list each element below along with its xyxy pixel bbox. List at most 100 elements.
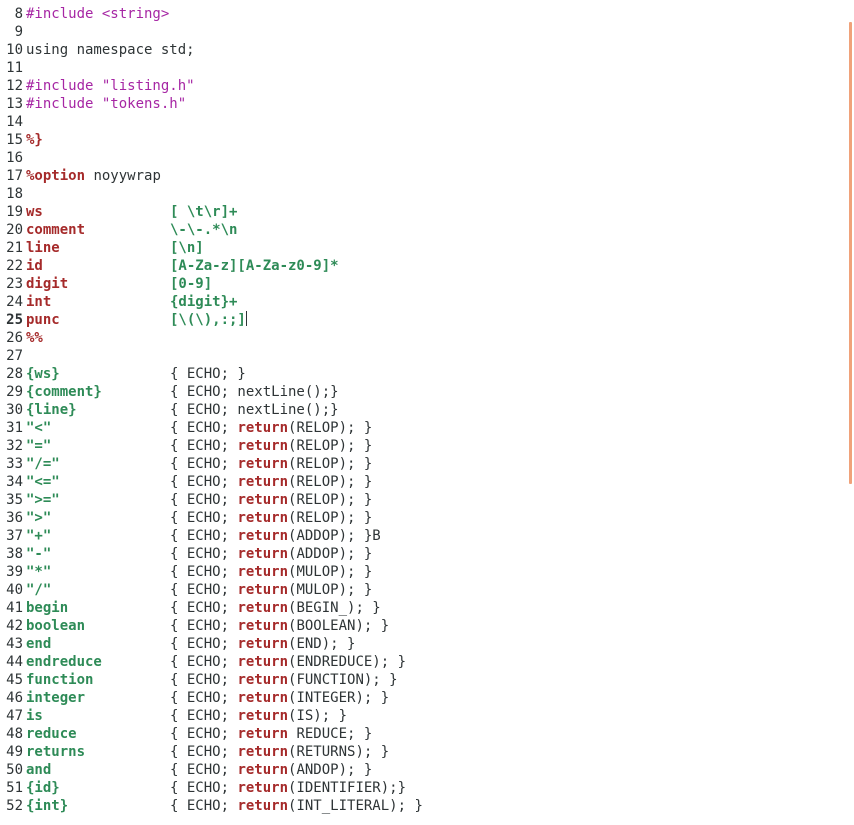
code-line[interactable]: 22 id [A-Za-z][A-Za-z0-9]* xyxy=(0,257,846,275)
code-line[interactable]: 49 returns { ECHO; return(RETURNS); } xyxy=(0,743,846,761)
code-token: { ECHO; xyxy=(170,744,238,760)
code-line[interactable]: 33 "/=" { ECHO; return(RELOP); } xyxy=(0,455,846,473)
code-line[interactable]: 23 digit [0-9] xyxy=(0,275,846,293)
code-line[interactable]: 46 integer { ECHO; return(INTEGER); } xyxy=(0,689,846,707)
code-line[interactable]: 9 xyxy=(0,23,846,41)
code-token: (FUNCTION); } xyxy=(288,672,398,688)
code-line[interactable]: 41 begin { ECHO; return(BEGIN_); } xyxy=(0,599,846,617)
code-line[interactable]: 18 xyxy=(0,185,846,203)
line-number: 51 xyxy=(6,780,23,796)
code-token: return xyxy=(237,654,289,670)
code-line[interactable]: 10 using namespace std; xyxy=(0,41,846,59)
code-token: begin xyxy=(26,600,69,616)
code-line[interactable]: 43 end { ECHO; return(END); } xyxy=(0,635,846,653)
code-line[interactable]: 21 line [\n] xyxy=(0,239,846,257)
code-line[interactable]: 51 {id} { ECHO; return(IDENTIFIER);} xyxy=(0,779,846,797)
code-line[interactable]: 13 #include "tokens.h" xyxy=(0,95,846,113)
code-line[interactable]: 19 ws [ \t\r]+ xyxy=(0,203,846,221)
code-line[interactable]: 20 comment \-\-.*\n xyxy=(0,221,846,239)
line-number: 41 xyxy=(6,600,23,616)
line-number: 18 xyxy=(6,186,23,202)
code-action: { ECHO; } xyxy=(170,365,246,383)
code-line[interactable]: 27 xyxy=(0,347,846,365)
code-action: { ECHO; nextLine();} xyxy=(170,383,339,401)
code-token: ws xyxy=(26,204,43,220)
code-line[interactable]: 37 "+" { ECHO; return(ADDOP); }B xyxy=(0,527,846,545)
line-number: 44 xyxy=(6,654,23,670)
line-number: 46 xyxy=(6,690,23,706)
code-action: { ECHO; return(RELOP); } xyxy=(170,419,372,437)
code-line[interactable]: 39 "*" { ECHO; return(MULOP); } xyxy=(0,563,846,581)
code-token: #include "tokens.h" xyxy=(26,96,187,112)
code-line[interactable]: 8 #include <string> xyxy=(0,5,846,23)
line-number: 8 xyxy=(14,6,23,22)
code-editor[interactable]: 7#include <cstdio>8#include <string>910u… xyxy=(0,0,846,815)
code-action: { ECHO; return(INTEGER); } xyxy=(170,689,389,707)
line-number: 45 xyxy=(6,672,23,688)
code-token: "+" xyxy=(26,528,52,544)
code-token: (ADDOP); }B xyxy=(288,528,381,544)
code-token: {line} xyxy=(26,402,77,418)
line-number: 48 xyxy=(6,726,23,742)
code-token: REDUCE; } xyxy=(288,726,373,742)
scrollbar-thumb[interactable] xyxy=(849,22,852,484)
code-line[interactable]: 45 function { ECHO; return(FUNCTION); } xyxy=(0,671,846,689)
line-number: 35 xyxy=(6,492,23,508)
code-line[interactable]: 50 and { ECHO; return(ANDOP); } xyxy=(0,761,846,779)
line-number: 12 xyxy=(6,78,23,94)
code-line[interactable]: 34 "<=" { ECHO; return(RELOP); } xyxy=(0,473,846,491)
line-number: 16 xyxy=(6,150,23,166)
line-number: 19 xyxy=(6,204,23,220)
code-token: and xyxy=(26,762,52,778)
code-line[interactable]: 17 %option noyywrap xyxy=(0,167,846,185)
line-number: 26 xyxy=(6,330,23,346)
code-action: { ECHO; return(RELOP); } xyxy=(170,473,372,491)
code-token: comment xyxy=(26,222,86,238)
code-token: (MULOP); } xyxy=(288,564,373,580)
line-number: 15 xyxy=(6,132,23,148)
code-token: { ECHO; xyxy=(170,654,238,670)
code-line[interactable]: 47 is { ECHO; return(IS); } xyxy=(0,707,846,725)
line-number: 31 xyxy=(6,420,23,436)
line-number: 20 xyxy=(6,222,23,238)
code-token: { ECHO; xyxy=(170,438,238,454)
code-token: endreduce xyxy=(26,654,102,670)
code-line[interactable]: 15%} xyxy=(0,131,846,149)
code-line[interactable]: 14 xyxy=(0,113,846,131)
code-line[interactable]: 36 ">" { ECHO; return(RELOP); } xyxy=(0,509,846,527)
line-number: 38 xyxy=(6,546,23,562)
code-action: { ECHO; return(ANDOP); } xyxy=(170,761,372,779)
code-line[interactable]: 28 {ws} { ECHO; } xyxy=(0,365,846,383)
code-line[interactable]: 25 punc [\(\),:;] xyxy=(0,311,846,329)
line-number: 37 xyxy=(6,528,23,544)
code-line[interactable]: 40 "/" { ECHO; return(MULOP); } xyxy=(0,581,846,599)
code-token: return xyxy=(237,690,289,706)
code-line[interactable]: 42 boolean { ECHO; return(BOOLEAN); } xyxy=(0,617,846,635)
code-line[interactable]: 48 reduce { ECHO; return REDUCE; } xyxy=(0,725,846,743)
code-line[interactable]: 26%% xyxy=(0,329,846,347)
code-line[interactable]: 30 {line} { ECHO; nextLine();} xyxy=(0,401,846,419)
code-token: {comment} xyxy=(26,384,102,400)
code-token: { ECHO; xyxy=(170,420,238,436)
line-number: 21 xyxy=(6,240,23,256)
code-line[interactable]: 31 "<" { ECHO; return(RELOP); } xyxy=(0,419,846,437)
code-token: {int} xyxy=(26,798,69,814)
code-line[interactable]: 12 #include "listing.h" xyxy=(0,77,846,95)
code-line[interactable]: 38 "-" { ECHO; return(ADDOP); } xyxy=(0,545,846,563)
code-line[interactable]: 16 xyxy=(0,149,846,167)
line-number: 14 xyxy=(6,114,23,130)
code-token: (ADDOP); } xyxy=(288,546,373,562)
code-line[interactable]: 29 {comment} { ECHO; nextLine();} xyxy=(0,383,846,401)
code-action: [ \t\r]+ xyxy=(170,203,237,221)
code-line[interactable]: 35 ">=" { ECHO; return(RELOP); } xyxy=(0,491,846,509)
code-line[interactable]: 32 "=" { ECHO; return(RELOP); } xyxy=(0,437,846,455)
code-token: (INTEGER); } xyxy=(288,690,390,706)
line-number: 30 xyxy=(6,402,23,418)
code-line[interactable]: 24 int {digit}+ xyxy=(0,293,846,311)
code-line[interactable]: 52 {int} { ECHO; return(INT_LITERAL); } xyxy=(0,797,846,815)
code-token: { ECHO; xyxy=(170,456,238,472)
code-line[interactable]: 44 endreduce { ECHO; return(ENDREDUCE); } xyxy=(0,653,846,671)
code-line[interactable]: 11 xyxy=(0,59,846,77)
code-token: "*" xyxy=(26,564,52,580)
code-token: [ \t\r]+ xyxy=(170,204,238,220)
